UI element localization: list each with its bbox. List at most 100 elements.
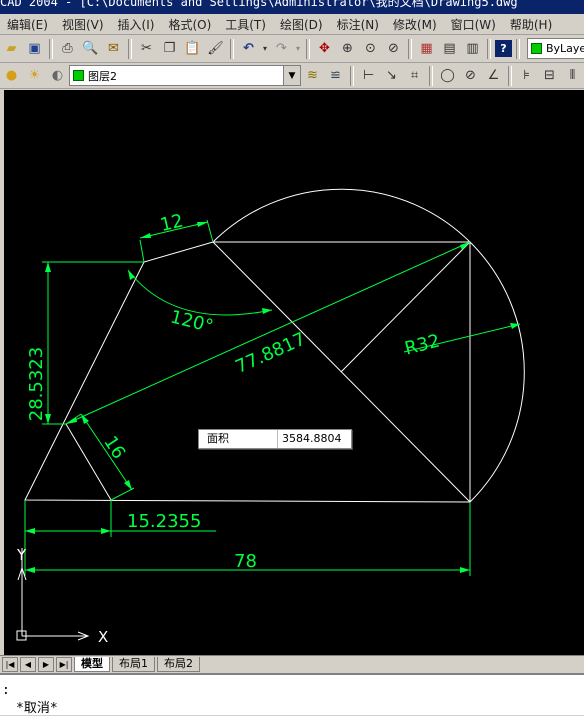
toolbar-divider <box>487 38 491 59</box>
redo-dropdown-icon[interactable]: ▾ <box>294 38 302 59</box>
toolbar-divider <box>429 65 433 86</box>
title-bar: CAD 2004 - [C:\Documents and Settings\Ad… <box>0 0 584 14</box>
layer-on-icon[interactable]: ● <box>1 65 22 86</box>
last-tab-icon[interactable]: ▶| <box>56 657 72 672</box>
menu-dimension[interactable]: 标注(N) <box>330 16 386 33</box>
ucs-y-label: Y <box>16 546 27 564</box>
tab-layout1[interactable]: 布局1 <box>112 657 155 672</box>
publish-icon[interactable]: ✉ <box>103 38 124 59</box>
menu-tools[interactable]: 工具(T) <box>218 16 273 33</box>
arrow-head <box>124 480 132 490</box>
toolbar-divider <box>508 65 512 86</box>
window-title: CAD 2004 - [C:\Documents and Settings\Ad… <box>0 0 518 9</box>
pan-icon[interactable]: ✥ <box>314 38 335 59</box>
angular-dimension-icon[interactable]: ∠ <box>483 65 504 86</box>
redo-icon[interactable]: ↷ <box>271 38 292 59</box>
cut-icon[interactable]: ✂ <box>136 38 157 59</box>
design-center-icon[interactable]: ▤ <box>439 38 460 59</box>
area-field-label: 面积 <box>199 430 278 448</box>
menu-view[interactable]: 视图(V) <box>55 16 111 33</box>
dim-text-16: 16 <box>99 432 129 463</box>
standard-toolbar: ▰ ▣ ⎙ 🔍 ✉ ✂ ❐ 📋 🖌 ↶ ▾ ↷ ▾ ✥ ⊕ ⊙ ⊘ ▦ ▤ ▥ … <box>0 35 584 63</box>
dim-text-r32: R32 <box>403 331 442 360</box>
drawing-canvas[interactable]: 12 28.5323 120° 77.8817 R32 16 15.2355 7… <box>4 90 584 655</box>
baseline-dimension-icon[interactable]: ⊟ <box>539 65 560 86</box>
copy-icon[interactable]: ❐ <box>159 38 180 59</box>
quick-dimension-icon[interactable]: ⊧ <box>516 65 537 86</box>
radius-dimension-icon[interactable]: ◯ <box>437 65 458 86</box>
open-icon[interactable]: ▰ <box>1 38 22 59</box>
dimension-arrows <box>25 222 520 573</box>
make-layer-current-icon[interactable]: ≋ <box>302 65 323 86</box>
dim-text-77: 77.8817 <box>232 329 309 378</box>
arrow-head <box>197 222 208 227</box>
arrow-head <box>101 528 111 534</box>
ucs-x-label: X <box>98 628 108 646</box>
aligned-dimension-icon[interactable]: ↘ <box>381 65 402 86</box>
zoom-window-icon[interactable]: ⊙ <box>360 38 381 59</box>
menu-help[interactable]: 帮助(H) <box>503 16 559 33</box>
print-preview-icon[interactable]: 🔍 <box>80 38 101 59</box>
angle-arc <box>127 269 273 316</box>
dimension-lines <box>24 219 521 576</box>
paste-icon[interactable]: 📋 <box>182 38 203 59</box>
zoom-realtime-icon[interactable]: ⊕ <box>337 38 358 59</box>
tool-palettes-icon[interactable]: ▥ <box>462 38 483 59</box>
arrow-head <box>45 262 51 272</box>
diameter-dimension-icon[interactable]: ⊘ <box>460 65 481 86</box>
menu-edit[interactable]: 编辑(E) <box>0 16 55 33</box>
ucs-labels: Y X <box>16 546 108 646</box>
layout-tabs-bar: |◀ ◀ ▶ ▶| 模型 布局1 布局2 <box>0 655 584 673</box>
toolbar-divider <box>350 65 354 86</box>
area-field[interactable]: 面积 3584.8804 <box>198 429 352 449</box>
dim-ext-line <box>110 487 135 501</box>
save-icon[interactable]: ▣ <box>24 38 45 59</box>
zoom-previous-icon[interactable]: ⊘ <box>383 38 404 59</box>
layer-dropdown[interactable]: 图层2 ▼ <box>69 65 301 86</box>
color-swatch <box>531 43 542 54</box>
inner-slant-line <box>65 423 112 501</box>
command-prompt: : <box>2 683 10 698</box>
menu-format[interactable]: 格式(O) <box>161 16 218 33</box>
match-properties-icon[interactable]: 🖌 <box>205 38 226 59</box>
dimension-texts: 12 28.5323 120° 77.8817 R32 16 15.2355 7… <box>26 210 442 572</box>
undo-dropdown-icon[interactable]: ▾ <box>261 38 269 59</box>
previous-tab-icon[interactable]: ◀ <box>20 657 36 672</box>
dim-ext-line <box>139 239 145 263</box>
color-control[interactable]: ByLayer <box>527 38 584 59</box>
menu-modify[interactable]: 修改(M) <box>386 16 444 33</box>
print-icon[interactable]: ⎙ <box>57 38 78 59</box>
ordinate-dimension-icon[interactable]: ⌗ <box>404 65 425 86</box>
layer-freeze-icon[interactable]: ☀ <box>24 65 45 86</box>
layer-lock-icon[interactable]: ◐ <box>47 65 68 86</box>
chevron-down-icon[interactable]: ▼ <box>283 66 300 85</box>
dim-text-78: 78 <box>234 551 257 572</box>
toolbar-divider <box>128 38 132 59</box>
tab-model[interactable]: 模型 <box>74 657 110 672</box>
dim-ext-line <box>206 219 214 243</box>
dim-text-angle: 120° <box>168 306 215 337</box>
arrow-head <box>262 308 272 314</box>
continue-dimension-icon[interactable]: ⫴ <box>562 65 583 86</box>
tab-layout2[interactable]: 布局2 <box>157 657 200 672</box>
help-icon[interactable]: ? <box>495 40 512 57</box>
menu-window[interactable]: 窗口(W) <box>444 16 503 33</box>
menu-insert[interactable]: 插入(I) <box>111 16 162 33</box>
color-value: ByLayer <box>546 42 584 55</box>
next-tab-icon[interactable]: ▶ <box>38 657 54 672</box>
arrow-head <box>66 417 77 424</box>
first-tab-icon[interactable]: |◀ <box>2 657 18 672</box>
layer-previous-icon[interactable]: ≌ <box>325 65 346 86</box>
command-history: *取消* <box>16 701 58 716</box>
arrow-head <box>25 567 35 573</box>
properties-icon[interactable]: ▦ <box>416 38 437 59</box>
command-line[interactable]: : *取消* <box>0 673 584 716</box>
toolbar-divider <box>230 38 234 59</box>
undo-icon[interactable]: ↶ <box>238 38 259 59</box>
arrow-head <box>128 270 135 280</box>
drawing-svg: 12 28.5323 120° 77.8817 R32 16 15.2355 7… <box>16 188 525 646</box>
linear-dimension-icon[interactable]: ⊢ <box>358 65 379 86</box>
toolbar-divider <box>306 38 310 59</box>
menu-draw[interactable]: 绘图(D) <box>273 16 330 33</box>
ucs-icon <box>16 548 90 641</box>
